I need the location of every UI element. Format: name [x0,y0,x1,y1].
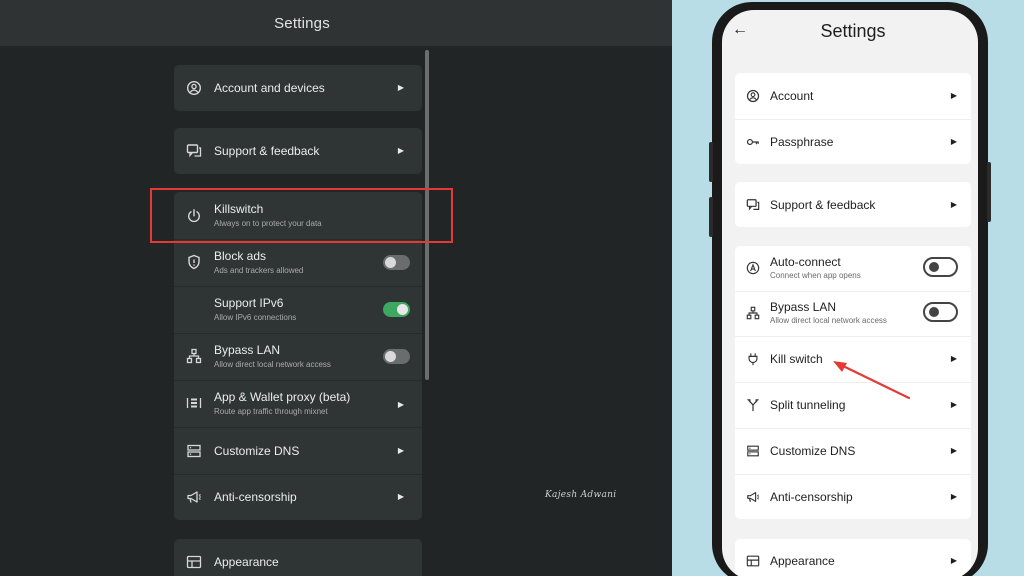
mobile-card-support: Support & feedback ▶ [735,182,971,227]
desktop-label-account: Account and devices [214,81,325,95]
desktop-sublabel-ipv6: Allow IPv6 connections [214,313,297,322]
chevron-right-icon: ▶ [950,400,957,409]
signature-watermark: Kajesh Adwani [545,490,617,500]
network-icon [186,348,202,364]
chevron-right-icon: ▶ [397,146,404,155]
mobile-page-title: Settings [820,21,886,41]
chevron-right-icon: ▶ [950,137,957,146]
block-ads-toggle[interactable] [383,255,410,270]
bypass-lan-toggle[interactable] [383,349,410,364]
mobile-card-appearance: Appearance ▶ [735,539,971,576]
mobile-row-auto-connect: Auto-connect Connect when app opens [735,246,971,291]
megaphone-icon [186,489,202,505]
mobile-label-kill-switch: Kill switch [770,352,823,366]
desktop-label-appearance: Appearance [214,555,279,569]
chevron-right-icon: ▶ [950,354,957,363]
chevron-right-icon: ▶ [397,83,404,92]
letter-a-icon [746,261,760,275]
user-circle-icon [186,80,202,96]
desktop-row-app-wallet-proxy[interactable]: App & Wallet proxy (beta) Route app traf… [174,380,422,427]
desktop-label-censorship: Anti-censorship [214,490,297,504]
mobile-row-bypass-lan: Bypass LAN Allow direct local network ac… [735,291,971,336]
mobile-label-auto-connect: Auto-connect [770,255,841,269]
network-icon [746,306,760,320]
desktop-titlebar: Settings [0,0,672,46]
desktop-row-support-feedback[interactable]: Support & feedback ▶ [174,128,422,174]
killswitch-highlight-box [150,188,453,243]
shield-icon [186,254,202,270]
phone-side-button [709,197,713,237]
mobile-row-account[interactable]: Account ▶ [735,73,971,119]
chevron-right-icon: ▶ [397,492,404,501]
chevron-right-icon: ▶ [950,492,957,501]
mobile-sublabel-auto-connect: Connect when app opens [770,271,861,280]
annotation-arrow-icon [833,361,911,400]
chevron-right-icon: ▶ [397,446,404,455]
ipv6-toggle[interactable] [383,302,410,317]
desktop-label-support: Support & feedback [214,144,320,158]
mobile-row-customize-dns[interactable]: Customize DNS ▶ [735,428,971,474]
phone-side-button [987,162,991,222]
mobile-label-account: Account [770,89,814,103]
mobile-label-dns: Customize DNS [770,444,856,458]
desktop-row-anti-censorship[interactable]: Anti-censorship ▶ [174,474,422,520]
desktop-card-account: Account and devices ▶ [174,65,422,111]
user-circle-icon [746,89,760,103]
toggle-knob [929,262,939,272]
desktop-row-account-and-devices[interactable]: Account and devices ▶ [174,65,422,111]
desktop-label-proxy: App & Wallet proxy (beta) [214,390,351,404]
server-icon [186,443,202,459]
mobile-sublabel-bypass-lan: Allow direct local network access [770,316,887,325]
mobile-row-support-feedback[interactable]: Support & feedback ▶ [735,182,971,227]
mobile-label-appearance: Appearance [770,554,835,568]
server-icon [746,444,760,458]
mobile-row-passphrase[interactable]: Passphrase ▶ [735,119,971,164]
desktop-row-customize-dns[interactable]: Customize DNS ▶ [174,427,422,474]
mobile-card-account: Account ▶ Passphrase ▶ [735,73,971,164]
desktop-label-bypass-lan: Bypass LAN [214,343,281,357]
mobile-row-anti-censorship[interactable]: Anti-censorship ▶ [735,474,971,519]
chevron-right-icon: ▶ [397,400,404,409]
mobile-label-support: Support & feedback [770,198,876,212]
bypass-lan-toggle[interactable] [923,302,958,322]
mobile-label-passphrase: Passphrase [770,135,834,149]
mobile-row-appearance[interactable]: Appearance ▶ [735,539,971,576]
mobile-label-censorship: Anti-censorship [770,490,853,504]
megaphone-icon [746,490,760,504]
desktop-card-appearance: Appearance [174,539,422,576]
display-icon [746,554,760,568]
plug-icon [746,352,760,366]
chat-icon [746,198,760,212]
split-icon [746,398,760,412]
display-icon [186,554,202,570]
desktop-label-ipv6: Support IPv6 [214,296,284,310]
toggle-knob [397,304,408,315]
desktop-label-block-ads: Block ads [214,249,267,263]
desktop-card-support: Support & feedback ▶ [174,128,422,174]
desktop-sublabel-block-ads: Ads and trackers allowed [214,266,304,275]
desktop-sublabel-bypass-lan: Allow direct local network access [214,360,331,369]
chat-icon [186,143,202,159]
toggle-knob [929,307,939,317]
key-icon [746,135,760,149]
chevron-right-icon: ▶ [950,91,957,100]
desktop-sublabel-proxy: Route app traffic through mixnet [214,407,328,416]
phone-side-button [709,142,713,182]
proxy-icon [186,395,202,411]
mobile-label-bypass-lan: Bypass LAN [770,300,837,314]
desktop-row-block-ads: Block ads Ads and trackers allowed [174,239,422,286]
desktop-row-appearance[interactable]: Appearance [174,539,422,576]
phone-screen: ← Settings Account ▶ Passphrase ▶ Suppor… [722,10,978,576]
auto-connect-toggle[interactable] [923,257,958,277]
chevron-right-icon: ▶ [950,200,957,209]
chevron-right-icon: ▶ [950,556,957,565]
desktop-label-dns: Customize DNS [214,444,300,458]
desktop-settings-window: Settings Account and devices ▶ Support &… [0,0,672,576]
desktop-row-support-ipv6: Support IPv6 Allow IPv6 connections [174,286,422,333]
toggle-knob [385,257,396,268]
chevron-right-icon: ▶ [950,446,957,455]
desktop-row-bypass-lan: Bypass LAN Allow direct local network ac… [174,333,422,380]
toggle-knob [385,351,396,362]
desktop-page-title: Settings [274,15,330,32]
